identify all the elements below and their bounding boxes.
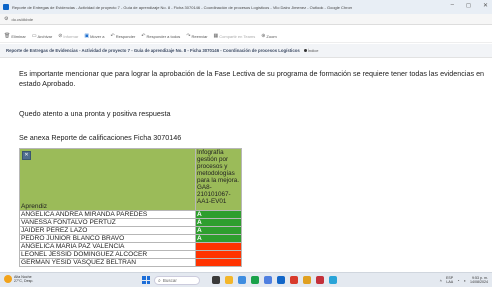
taskbar-apps	[212, 276, 337, 284]
message-paragraph-3: Se anexa Reporte de calificaciones Ficha…	[19, 133, 182, 142]
office-icon[interactable]	[290, 276, 298, 284]
category-tag[interactable]: Índice	[303, 48, 318, 53]
zoom-button[interactable]: ⊕ Zoom	[261, 33, 276, 39]
weather-widget[interactable]: Alta Noche 27°C, Desp.	[4, 275, 33, 283]
search-placeholder: Buscar	[162, 278, 177, 283]
student-name: ANGELICA MARIA PAZ VALENCIA	[19, 242, 196, 251]
store-icon[interactable]	[251, 276, 259, 284]
clock-date: 14/08/2024	[470, 280, 488, 284]
file-explorer-icon[interactable]	[212, 276, 220, 284]
start-button[interactable]	[142, 276, 150, 284]
reply-all-icon: ↶	[141, 33, 146, 39]
trash-icon: 🗑	[4, 33, 11, 39]
outlook-icon	[3, 4, 9, 10]
share-teams-button[interactable]: ▦ Compartir en Teams	[214, 33, 256, 39]
tag-dot-icon	[303, 49, 307, 52]
grade-cell: A	[195, 226, 242, 235]
forward-button[interactable]: ↷ Reenviar	[186, 33, 207, 39]
windows-taskbar: Alta Noche 27°C, Desp. ⌕ Buscar ˄ ESP LA…	[0, 272, 492, 287]
site-info-icon[interactable]: ⚙	[4, 16, 8, 22]
teams-icon: ▦	[213, 33, 219, 39]
taskbar-search[interactable]: ⌕ Buscar	[154, 276, 200, 285]
chrome-icon[interactable]	[303, 276, 311, 284]
minimize-button[interactable]: –	[451, 2, 454, 9]
reply-button[interactable]: ↶ Responder	[111, 33, 136, 39]
window-title: Reporte de Entregas de Evidencias - Acti…	[12, 4, 352, 10]
wifi-icon[interactable]: ◔	[457, 278, 459, 283]
delete-button[interactable]: 🗑 Eliminar	[4, 33, 26, 39]
reply-all-button[interactable]: ↶ Responder a todos	[141, 33, 180, 39]
clock[interactable]: 9:53 p. m. 14/08/2024	[470, 276, 488, 284]
grade-cell	[195, 242, 242, 251]
window-controls: – ◻ ✕	[451, 2, 488, 9]
maximize-button[interactable]: ◻	[466, 2, 471, 9]
window-titlebar: Reporte de Entregas de Evidencias - Acti…	[0, 0, 492, 14]
acrobat-icon[interactable]	[316, 276, 324, 284]
broken-image-icon: ✕	[22, 151, 31, 160]
tray-lang-2: LAA	[446, 280, 454, 284]
message-toolbar: 🗑 Eliminar ▭ Archivar ⊘ Informar ▣ Mover a ↶…	[0, 30, 492, 43]
message-paragraph-2: Quedo atento a una pronta y positiva res…	[19, 109, 171, 118]
search-icon: ⌕	[158, 277, 161, 284]
grade-cell: A	[195, 210, 242, 219]
archive-button[interactable]: ▭ Archivar	[32, 33, 52, 39]
table-row: ANGELICA MARIA PAZ VALENCIA	[19, 242, 242, 251]
student-name: VANESSA FONTALVO PERTUZ	[19, 218, 196, 227]
table-row: ANGELICA ANDREA MIRANDA PAREDES A	[19, 210, 242, 219]
archive-icon: ▭	[31, 33, 37, 39]
zoom-icon: ⊕	[261, 33, 266, 39]
report-icon: ⊘	[58, 33, 63, 39]
student-name: PEDRO JUNIOR BLANCO BRAVO	[19, 234, 196, 243]
report-button[interactable]: ⊘ Informar	[58, 33, 78, 39]
table-row: JAIDER PEREZ LAZO A	[19, 226, 242, 235]
teams-app-icon[interactable]	[264, 276, 272, 284]
grade-cell: A	[195, 234, 242, 243]
move-icon: ▣	[84, 33, 90, 39]
move-button[interactable]: ▣ Mover a	[84, 33, 104, 39]
student-name: JAIDER PEREZ LAZO	[19, 226, 196, 235]
sun-icon	[4, 275, 12, 283]
grade-cell	[195, 258, 242, 267]
table-row: GERMAN YESID VASQUEZ BELTRAN	[19, 258, 242, 267]
message-subject: Reporte de Entregas de Evidencias - Acti…	[6, 48, 300, 53]
edge-icon[interactable]	[238, 276, 246, 284]
table-row: PEDRO JUNIOR BLANCO BRAVO A	[19, 234, 242, 243]
student-name: LEONEL JESSID DOMINGUEZ ALCOCER	[19, 250, 196, 259]
app-icon[interactable]	[329, 276, 337, 284]
forward-icon: ↷	[186, 33, 191, 39]
subject-bar: Reporte de Entregas de Evidencias - Acti…	[0, 44, 492, 58]
grade-cell: A	[195, 218, 242, 227]
student-name: GERMAN YESID VASQUEZ BELTRAN	[19, 258, 196, 267]
weather-line-2: 27°C, Desp.	[14, 279, 34, 283]
message-paragraph-1: Es importante mencionar que para lograr …	[19, 69, 485, 88]
grades-table: ✕ Aprendiz Infografía gestión por proces…	[19, 148, 242, 267]
url-text[interactable]: do.cs/#kbde	[11, 17, 33, 22]
student-name: ANGELICA ANDREA MIRANDA PAREDES	[19, 210, 196, 219]
outlook-app-icon[interactable]	[277, 276, 285, 284]
reply-icon: ↶	[110, 33, 115, 39]
address-bar[interactable]: ⚙ do.cs/#kbde	[0, 14, 492, 25]
system-tray: ˄ ESP LAA ◔ ◖ 9:53 p. m. 14/08/2024	[440, 276, 488, 284]
table-header-row: ✕ Aprendiz Infografía gestión por proces…	[19, 148, 242, 211]
table-row: VANESSA FONTALVO PERTUZ A	[19, 218, 242, 227]
header-activity: Infografía gestión por procesos y metodo…	[195, 148, 242, 211]
table-row: LEONEL JESSID DOMINGUEZ ALCOCER	[19, 250, 242, 259]
header-aprendiz: ✕ Aprendiz	[19, 148, 196, 211]
grade-cell	[195, 250, 242, 259]
folder-icon[interactable]	[225, 276, 233, 284]
tray-chevron-icon[interactable]: ˄	[440, 278, 442, 283]
volume-icon[interactable]: ◖	[464, 278, 466, 283]
close-button[interactable]: ✕	[483, 2, 488, 9]
